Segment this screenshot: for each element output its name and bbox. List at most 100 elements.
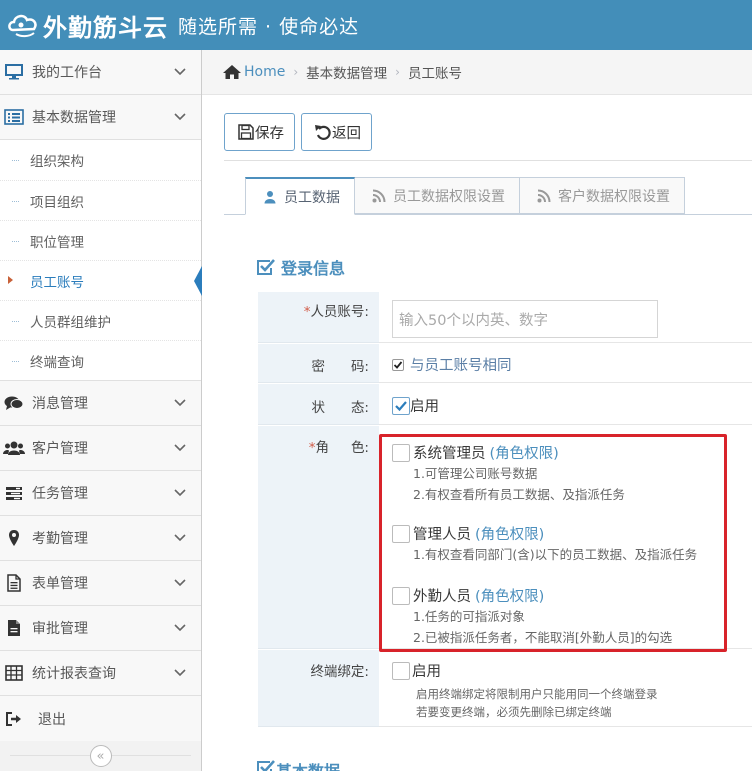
terminal-label: 终端绑定: (310, 664, 369, 680)
sidebar-item-workbench[interactable]: 我的工作台 (0, 50, 201, 95)
check-square-icon (256, 759, 276, 771)
caret-right-icon (8, 276, 13, 284)
section-title-login: 登录信息 (256, 255, 345, 279)
users-icon (3, 439, 25, 457)
check-square-icon (256, 257, 276, 277)
breadcrumb-current: 员工账号 (407, 66, 462, 82)
sidebar-subitem-org[interactable]: 组织架构 (0, 140, 201, 180)
tab-employee-permissions[interactable]: 员工数据权限设置 (354, 177, 520, 214)
sidebar-item-label: 基本数据管理 (32, 110, 116, 126)
status-label-2: 态: (350, 400, 369, 416)
role-option-manager: 管理人员 (角色权限) 1.有权查看同部门(含)以下的员工数据、及指派任务 (392, 523, 697, 565)
rss-icon (371, 188, 387, 204)
sidebar-subitem-groups[interactable]: 人员群组维护 (0, 300, 201, 340)
sidebar-item-attendance[interactable]: 考勤管理 (0, 516, 201, 561)
sidebar-item-label: 审批管理 (32, 621, 88, 637)
active-indicator (194, 266, 202, 296)
section-title-basic: 基本数据 (256, 758, 340, 771)
role-field-staff-checkbox[interactable] (392, 586, 410, 605)
terminal-hint-2: 若要变更终端，必须先删除已绑定终端 (416, 705, 612, 719)
sidebar-subitem-project-org[interactable]: 项目组织 (0, 180, 201, 220)
status-enable-option[interactable]: 启用 (392, 395, 752, 416)
toolbar-divider (224, 160, 752, 161)
sidebar-item-customers[interactable]: 客户管理 (0, 426, 201, 471)
role-desc-line: 2.已被指派任务者，不能取消[外勤人员]的勾选 (413, 630, 673, 645)
same-as-account-checkbox[interactable] (392, 358, 404, 371)
sidebar-subitem-terminals[interactable]: 终端查询 (0, 340, 201, 380)
sidebar-item-approvals[interactable]: 审批管理 (0, 606, 201, 651)
toolbar: 保存 返回 (224, 113, 372, 151)
role-label-2: 色: (350, 440, 369, 456)
chevron-down-icon (173, 621, 187, 635)
tab-employee-data[interactable]: 员工数据 (245, 177, 355, 215)
save-button[interactable]: 保存 (224, 113, 295, 151)
section-title-text: 登录信息 (281, 259, 346, 278)
role-options-highlight: 系统管理员 (角色权限) 1.可管理公司账号数据 2.有权查看所有员工数据、及指… (379, 434, 727, 652)
field-value: 输入50个以内英、数字 (379, 292, 752, 343)
role-permissions-link[interactable]: (角色权限) (475, 585, 544, 606)
floppy-disk-icon (237, 123, 255, 141)
top-header: 外勤筋斗云 随选所需 · 使命必达 (0, 0, 752, 50)
breadcrumb-separator: › (395, 65, 400, 79)
sidebar-subitem-label: 组织架构 (30, 154, 84, 170)
breadcrumb: Home › 基本数据管理 › 员工账号 (202, 50, 752, 95)
same-as-account-label: 与员工账号相同 (410, 358, 512, 374)
sidebar-item-tasks[interactable]: 任务管理 (0, 471, 201, 516)
breadcrumb-home-link[interactable]: Home (244, 64, 285, 80)
save-button-label: 保存 (255, 125, 284, 142)
role-permissions-link[interactable]: (角色权限) (490, 442, 559, 463)
role-option-header: 系统管理员 (角色权限) (392, 442, 625, 463)
account-input[interactable]: 输入50个以内英、数字 (392, 300, 658, 338)
sidebar-subitem-positions[interactable]: 职位管理 (0, 220, 201, 260)
tab-customer-permissions[interactable]: 客户数据权限设置 (519, 177, 685, 214)
user-icon (262, 189, 278, 205)
sidebar-subitem-employee-accounts[interactable]: 员工账号 (0, 260, 202, 300)
sidebar-subitem-label: 人员群组维护 (30, 314, 111, 331)
main-content: 保存 返回 员工数据 员工数据权限设置 客户数据权限设置 登录信息 *人员账号:… (202, 95, 752, 771)
terminal-enable-checkbox[interactable] (392, 661, 410, 680)
sidebar-item-forms[interactable]: 表单管理 (0, 561, 201, 606)
field-label: 终端绑定: (258, 650, 379, 727)
file-text-icon (3, 574, 25, 592)
sidebar-item-messages[interactable]: 消息管理 (0, 381, 201, 426)
role-name: 外勤人员 (413, 589, 471, 605)
role-desc-line: 1.任务的可指派对象 (413, 609, 525, 624)
same-as-account-option[interactable]: 与员工账号相同 (392, 354, 752, 375)
field-label: *角 色: (258, 426, 379, 649)
password-label-2: 码: (350, 359, 369, 375)
terminal-enable-option[interactable]: 启用 (392, 660, 752, 681)
home-icon[interactable] (222, 64, 242, 80)
sidebar-item-logout[interactable]: 退出 (0, 696, 201, 741)
double-chevron-left-icon[interactable]: « (89, 745, 112, 767)
chevron-down-icon (173, 396, 187, 410)
role-label-1: 角 (315, 440, 329, 456)
terminal-hint-1: 启用终端绑定将限制用户只能用同一个终端登录 (416, 687, 658, 701)
form-row-account: *人员账号: 输入50个以内英、数字 (258, 292, 752, 344)
brand-name: 外勤筋斗云 (43, 13, 168, 42)
password-label-1: 密 (311, 359, 325, 375)
role-option-header: 管理人员 (角色权限) (392, 523, 697, 544)
role-sys-admin-checkbox[interactable] (392, 443, 410, 462)
back-button[interactable]: 返回 (301, 113, 372, 151)
field-value: 与员工账号相同 (379, 344, 752, 383)
role-permissions-link[interactable]: (角色权限) (475, 523, 544, 544)
sidebar-subitem-label: 终端查询 (30, 354, 84, 371)
brand-logo[interactable]: 外勤筋斗云 (6, 8, 168, 43)
sidebar: 我的工作台 基本数据管理 组织架构 项目组织 职位管理 员工账号 人员群组维护 … (0, 50, 202, 771)
breadcrumb-level1[interactable]: 基本数据管理 (306, 62, 387, 82)
status-enable-checkbox[interactable] (392, 396, 410, 415)
tab-label: 员工数据 (284, 189, 340, 206)
role-manager-checkbox[interactable] (392, 524, 410, 543)
status-enable-label: 启用 (410, 399, 439, 415)
sidebar-item-label: 消息管理 (32, 396, 88, 412)
role-desc-line: 2.有权查看所有员工数据、及指派任务 (413, 487, 625, 502)
sidebar-item-reports[interactable]: 统计报表查询 (0, 651, 201, 696)
sidebar-item-label: 退出 (38, 711, 66, 728)
field-value: 启用 启用终端绑定将限制用户只能用同一个终端登录 若要变更终端，必须先删除已绑定… (379, 650, 752, 727)
sidebar-item-label: 我的工作台 (32, 65, 102, 81)
sidebar-item-label: 任务管理 (32, 486, 88, 502)
sidebar-item-basic-data[interactable]: 基本数据管理 (0, 95, 201, 140)
sidebar-item-label: 考勤管理 (32, 531, 88, 547)
file-icon (3, 619, 25, 637)
slogan: 随选所需 · 使命必达 (178, 15, 360, 38)
